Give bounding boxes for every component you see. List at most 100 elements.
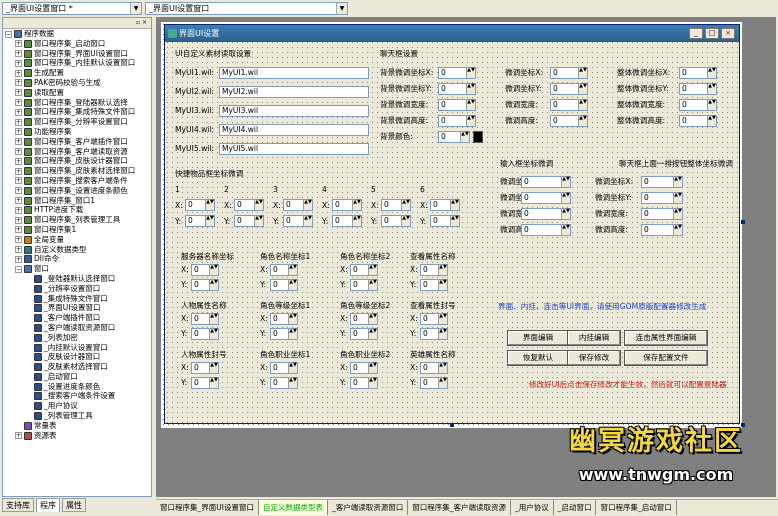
close-button[interactable]: ×	[721, 28, 735, 39]
tree-item[interactable]: _登陆器默认选择窗口	[3, 274, 151, 284]
chat-col2-spinner[interactable]: 0 ▲▼	[550, 115, 588, 127]
coord-y[interactable]: 0 ▲▼	[350, 377, 378, 389]
chat-col1-spinner[interactable]: 0 ▲▼	[438, 115, 476, 127]
spinner-arrows-icon[interactable]: ▲▼	[368, 378, 377, 388]
expand-toggle-icon[interactable]: +	[15, 206, 22, 214]
chat-col2-spinner[interactable]: 0 ▲▼	[550, 83, 588, 95]
spinner-arrows-icon[interactable]: ▲▼	[460, 132, 469, 142]
spinner-arrows-icon[interactable]: ▲▼	[303, 200, 312, 210]
tree-item[interactable]: _集成特殊文件窗口	[3, 294, 151, 304]
spinner-arrows-icon[interactable]: ▲▼	[303, 216, 312, 226]
tree-item[interactable]: 常量表	[3, 421, 151, 431]
chevron-down-icon[interactable]: ▼	[130, 3, 141, 14]
coord-x[interactable]: 0 ▲▼	[270, 362, 298, 374]
input-box-spinner[interactable]: 0 ▲▼	[521, 176, 571, 188]
coord-y[interactable]: 0 ▲▼	[420, 279, 448, 291]
panel-tab[interactable]: 属性	[62, 498, 86, 512]
tree-item[interactable]: + 自定义数据类型	[3, 245, 151, 255]
spinner-arrows-icon[interactable]: ▲▼	[209, 265, 218, 275]
coord-x[interactable]: 0 ▲▼	[420, 264, 448, 276]
chat-col3-spinner[interactable]: 0 ▲▼	[679, 115, 717, 127]
tree-item[interactable]: + 窗口程序集_客户端读取资源	[3, 147, 151, 157]
spinner-arrows-icon[interactable]: ▲▼	[673, 209, 682, 219]
expand-toggle-icon[interactable]: +	[15, 59, 22, 67]
coord-x[interactable]: 0 ▲▼	[191, 362, 219, 374]
coord-x[interactable]: 0 ▲▼	[350, 264, 378, 276]
tree-item[interactable]: _列表管理工具	[3, 411, 151, 421]
tree-item[interactable]: + 窗口程序集_列表管理工具	[3, 215, 151, 225]
coord-x[interactable]: 0 ▲▼	[191, 313, 219, 325]
tree-item[interactable]: _搜索客户端条件设置	[3, 391, 151, 401]
coord-y[interactable]: 0 ▲▼	[420, 328, 448, 340]
expand-toggle-icon[interactable]: +	[15, 216, 22, 224]
spinner-arrows-icon[interactable]: ▲▼	[368, 363, 377, 373]
spinner-arrows-icon[interactable]: ▲▼	[561, 177, 570, 187]
spinner-arrows-icon[interactable]: ▲▼	[352, 216, 361, 226]
spinner-arrows-icon[interactable]: ▲▼	[209, 280, 218, 290]
spinner-arrows-icon[interactable]: ▲▼	[466, 68, 475, 78]
tree-item[interactable]: + 生成配置	[3, 68, 151, 78]
coord-y[interactable]: 0 ▲▼	[270, 377, 298, 389]
tree-item[interactable]: _皮肤素材选择窗口	[3, 362, 151, 372]
chat-buttons-spinner[interactable]: 0 ▲▼	[641, 224, 683, 236]
quick-slot-x[interactable]: 0 ▲▼	[283, 199, 313, 211]
tree-item[interactable]: + 窗口程序集1	[3, 225, 151, 235]
expand-toggle-icon[interactable]: +	[15, 128, 22, 136]
restore-default-button[interactable]: 恢复默认	[507, 350, 569, 366]
tree-item[interactable]: + Dll命令	[3, 254, 151, 264]
expand-toggle-icon[interactable]: +	[15, 118, 22, 126]
spinner-arrows-icon[interactable]: ▲▼	[368, 329, 377, 339]
expand-toggle-icon[interactable]: +	[15, 89, 22, 97]
document-tab[interactable]: 窗口程序集_客户端读取资源	[408, 500, 511, 515]
spinner-arrows-icon[interactable]: ▲▼	[209, 378, 218, 388]
spinner-arrows-icon[interactable]: ▲▼	[578, 116, 587, 126]
input-box-spinner[interactable]: 0 ▲▼	[521, 192, 571, 204]
color-swatch[interactable]	[473, 131, 483, 143]
chat-col1-spinner[interactable]: 0 ▲▼	[438, 99, 476, 111]
spinner-arrows-icon[interactable]: ▲▼	[438, 329, 447, 339]
tree-item[interactable]: _启动窗口	[3, 372, 151, 382]
spinner-arrows-icon[interactable]: ▲▼	[368, 314, 377, 324]
spinner-arrows-icon[interactable]: ▲▼	[438, 265, 447, 275]
chat-col1-spinner[interactable]: 0 ▲▼	[438, 67, 476, 79]
spinner-arrows-icon[interactable]: ▲▼	[438, 314, 447, 324]
tree-item[interactable]: + 全局变量	[3, 235, 151, 245]
spinner-arrows-icon[interactable]: ▲▼	[561, 209, 570, 219]
spinner-arrows-icon[interactable]: ▲▼	[288, 329, 297, 339]
expand-toggle-icon[interactable]: +	[15, 148, 22, 156]
quick-slot-x[interactable]: 0 ▲▼	[332, 199, 362, 211]
quick-slot-y[interactable]: 0 ▲▼	[283, 215, 313, 227]
expand-toggle-icon[interactable]: +	[15, 167, 22, 175]
coord-y[interactable]: 0 ▲▼	[350, 279, 378, 291]
tree-item[interactable]: + 窗口程序集_界面UI设置窗口	[3, 49, 151, 59]
expand-toggle-icon[interactable]: +	[15, 187, 22, 195]
expand-toggle-icon[interactable]: +	[15, 50, 22, 58]
coord-y[interactable]: 0 ▲▼	[191, 328, 219, 340]
minimize-button[interactable]: _	[689, 28, 703, 39]
spinner-arrows-icon[interactable]: ▲▼	[205, 200, 214, 210]
spinner-arrows-icon[interactable]: ▲▼	[209, 363, 218, 373]
spinner-arrows-icon[interactable]: ▲▼	[254, 216, 263, 226]
expand-toggle-icon[interactable]: +	[15, 79, 22, 87]
spinner-arrows-icon[interactable]: ▲▼	[209, 329, 218, 339]
spinner-arrows-icon[interactable]: ▲▼	[401, 216, 410, 226]
tree-item[interactable]: + 窗口程序集_皮肤素材选择窗口	[3, 166, 151, 176]
spinner-arrows-icon[interactable]: ▲▼	[561, 225, 570, 235]
document-tab[interactable]: _客户端读取资源窗口	[328, 500, 409, 515]
expand-toggle-icon[interactable]: +	[15, 255, 22, 263]
edit-plugin-button[interactable]: 内挂编辑	[567, 330, 621, 346]
expand-toggle-icon[interactable]: +	[15, 236, 22, 244]
wil-input[interactable]: MyUI2.wil	[219, 86, 369, 98]
tree-item[interactable]: _皮肤设计器窗口	[3, 352, 151, 362]
chat-col2-spinner[interactable]: 0 ▲▼	[550, 67, 588, 79]
chat-col3-spinner[interactable]: 0 ▲▼	[679, 67, 717, 79]
tree-item[interactable]: − 程序数据	[3, 29, 151, 39]
quick-slot-x[interactable]: 0 ▲▼	[185, 199, 215, 211]
spinner-arrows-icon[interactable]: ▲▼	[466, 116, 475, 126]
spinner-arrows-icon[interactable]: ▲▼	[450, 200, 459, 210]
spinner-arrows-icon[interactable]: ▲▼	[707, 84, 716, 94]
quick-slot-y[interactable]: 0 ▲▼	[430, 215, 460, 227]
spinner-arrows-icon[interactable]: ▲▼	[368, 265, 377, 275]
tree-item[interactable]: _客户端读取资源窗口	[3, 323, 151, 333]
tree-item[interactable]: − 窗口	[3, 264, 151, 274]
